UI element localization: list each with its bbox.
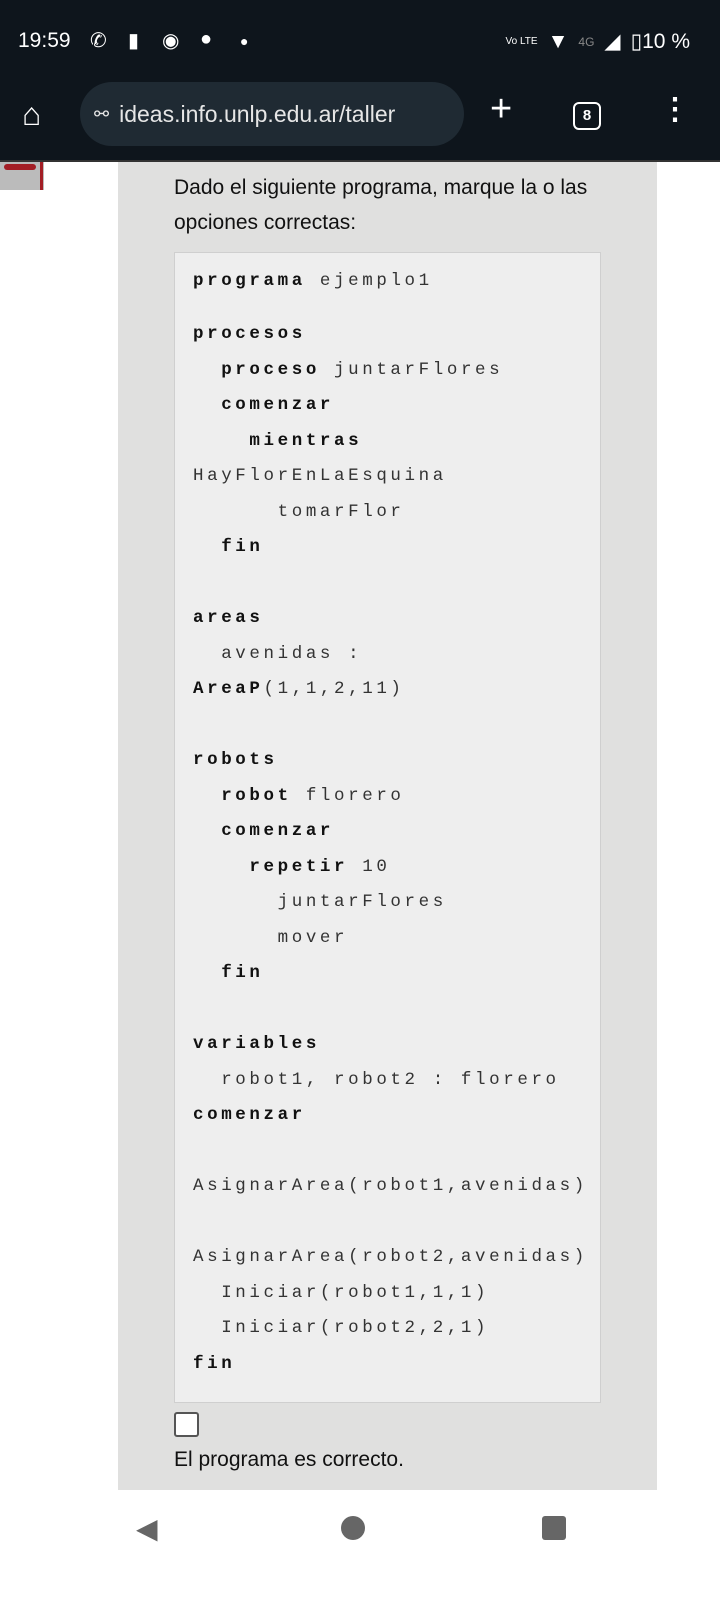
option-checkbox[interactable] xyxy=(174,1412,199,1437)
code-line: juntarFlores xyxy=(193,885,600,921)
shazam-icon: ◉ xyxy=(162,30,180,52)
code-keyword: fin xyxy=(193,963,264,983)
battery-icon: ▯ xyxy=(630,30,643,53)
code-line: tomarFlor xyxy=(193,495,600,531)
code-keyword: repetir xyxy=(193,856,349,877)
code-line: fin xyxy=(193,956,600,992)
new-tab-icon[interactable]: + xyxy=(490,88,512,131)
code-line: repetir 10 xyxy=(193,850,600,886)
code-line: programa ejemplo1 xyxy=(193,267,600,317)
code-line: comenzar xyxy=(193,388,600,424)
code-text: AsignarArea(robot2,avenidas) xyxy=(193,1247,588,1267)
whatsapp-icon: ✆ xyxy=(90,30,107,52)
battery-alert-icon: ▮ xyxy=(128,30,140,52)
code-line: Iniciar(robot1,1,1) xyxy=(193,1276,600,1312)
code-keyword: comenzar xyxy=(193,1105,306,1125)
code-line: avenidas : xyxy=(193,637,600,673)
home-icon[interactable]: ⌂ xyxy=(22,96,41,133)
option-label[interactable]: El programa es correcto. xyxy=(174,1448,404,1472)
code-line: fin xyxy=(193,530,600,566)
code-keyword: fin xyxy=(193,537,264,557)
code-keyword: comenzar xyxy=(193,821,335,841)
signal-icon: ◢ xyxy=(604,30,621,53)
code-keyword: fin xyxy=(193,1353,236,1374)
status-bar: 19:59 ✆ ▮ ◉ ● ● Vo LTE ▼ 4G ◢ ▯ 10 % xyxy=(0,0,720,82)
sidebar-toggle[interactable] xyxy=(0,162,44,190)
code-line: Iniciar(robot2,2,1) xyxy=(193,1311,600,1347)
battery-level: 10 % xyxy=(642,29,690,53)
url-text[interactable]: ideas.info.unlp.edu.ar/taller xyxy=(119,101,395,128)
code-text: tomarFlor xyxy=(193,501,405,522)
code-line: procesos xyxy=(193,317,600,353)
tab-switcher-button[interactable]: 8 xyxy=(573,102,601,130)
code-line: HayFlorEnLaEsquina xyxy=(193,459,600,495)
code-line: mientras xyxy=(193,424,600,460)
code-text: Iniciar(robot1,1,1) xyxy=(193,1282,490,1303)
code-line: robots xyxy=(193,743,600,779)
clock: 19:59 xyxy=(18,29,71,52)
code-line: areas xyxy=(193,601,600,637)
code-text: mover xyxy=(193,927,349,948)
code-keyword: variables xyxy=(193,1034,320,1054)
code-keyword: robot xyxy=(193,785,292,806)
wifi-icon: ▼ xyxy=(547,29,569,53)
code-line: mover xyxy=(193,921,600,957)
code-keyword: procesos xyxy=(193,324,306,344)
code-keyword: mientras xyxy=(193,430,363,451)
code-text: juntarFlores xyxy=(319,359,504,380)
volte-icon: Vo LTE xyxy=(505,35,538,47)
code-text: AsignarArea(robot1,avenidas) xyxy=(193,1176,588,1196)
navigation-bar: ◀ xyxy=(0,1490,720,1600)
code-keyword: AreaP xyxy=(193,679,264,699)
code-keyword: robots xyxy=(193,750,278,770)
reddit-icon: ● xyxy=(200,28,213,50)
code-line: comenzar xyxy=(193,814,600,850)
question-panel: Dado el siguiente programa, marque la o … xyxy=(118,162,657,1490)
code-line: AsignarArea(robot1,avenidas) xyxy=(193,1169,600,1205)
menu-icon[interactable]: ⋮ xyxy=(660,92,690,127)
site-settings-icon[interactable]: ⚯ xyxy=(94,104,109,125)
code-line: robot1, robot2 : florero xyxy=(193,1063,600,1099)
address-bar[interactable]: ⚯ ideas.info.unlp.edu.ar/taller xyxy=(80,82,464,146)
code-keyword: areas xyxy=(193,608,264,628)
code-keyword: programa xyxy=(193,271,306,291)
browser-toolbar: ⌂ ⚯ ideas.info.unlp.edu.ar/taller + 8 ⋮ xyxy=(0,82,720,162)
code-line: variables xyxy=(193,1027,600,1063)
code-line: comenzar xyxy=(193,1098,600,1134)
code-text: (1,1,2,11) xyxy=(263,679,405,699)
code-keyword: comenzar xyxy=(193,395,335,415)
code-text: Iniciar(robot2,2,1) xyxy=(193,1318,490,1338)
code-line: proceso juntarFlores xyxy=(193,353,600,389)
code-line: AsignarArea(robot2,avenidas) xyxy=(193,1240,600,1276)
code-block: programa ejemplo1 procesos proceso juntar… xyxy=(174,252,601,1403)
code-line: robot florero xyxy=(193,779,600,815)
network-type: 4G xyxy=(578,34,595,49)
code-line: AreaP(1,1,2,11) xyxy=(193,672,600,708)
question-prompt: Dado el siguiente programa, marque la o … xyxy=(174,176,588,234)
code-text: ejemplo1 xyxy=(305,271,433,291)
code-text: avenidas : xyxy=(193,643,363,664)
back-icon[interactable]: ◀ xyxy=(136,1512,158,1545)
code-line: fin xyxy=(193,1347,600,1383)
code-text: florero xyxy=(291,785,405,806)
recents-icon[interactable] xyxy=(542,1516,566,1540)
code-text: HayFlorEnLaEsquina xyxy=(193,466,447,486)
code-text: 10 xyxy=(348,856,391,877)
more-notifications-icon: ● xyxy=(240,33,249,49)
code-keyword: proceso xyxy=(193,359,320,380)
home-button-icon[interactable] xyxy=(341,1516,365,1540)
code-text: robot1, robot2 : florero xyxy=(193,1069,560,1090)
code-text: juntarFlores xyxy=(193,892,447,912)
